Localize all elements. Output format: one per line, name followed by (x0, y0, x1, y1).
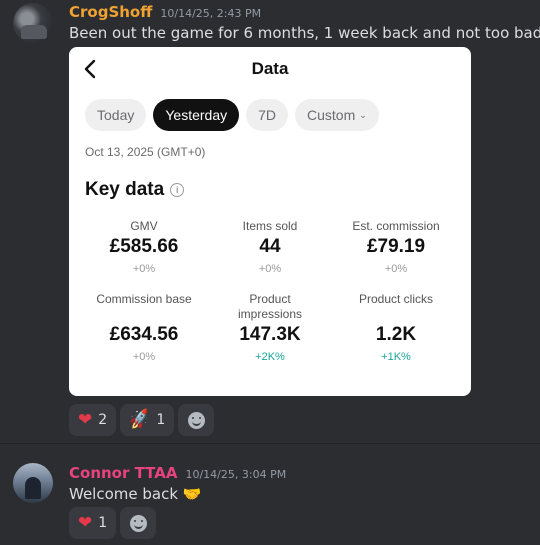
metric-est-commission: Est. commission £79.19 +0% (352, 219, 440, 275)
image-attachment[interactable]: Data Today Yesterday 7D Custom ⌄ Oct 13, … (69, 47, 471, 396)
reaction-heart[interactable]: ❤ 2 (69, 404, 117, 436)
heart-icon: ❤ (78, 512, 93, 533)
username[interactable]: Connor TTAA (69, 464, 177, 482)
chevron-down-icon: ⌄ (359, 109, 367, 120)
smiley-icon (129, 514, 147, 532)
add-reaction-button[interactable] (120, 507, 157, 539)
username[interactable]: CrogShoff (69, 3, 152, 21)
reaction-count: 2 (98, 412, 108, 428)
page-title: Data (251, 59, 289, 78)
message-header: CrogShoff 10/14/25, 2:43 PM (69, 3, 261, 21)
date-range-tabs: Today Yesterday 7D Custom ⌄ (85, 99, 379, 131)
metric-commission-base: Commission base £634.56 +0% (96, 292, 192, 363)
section-header: Key data i (85, 179, 185, 201)
info-icon: i (170, 183, 185, 197)
tab-yesterday: Yesterday (153, 99, 240, 131)
date-label: Oct 13, 2025 (GMT+0) (85, 145, 206, 159)
smiley-icon (187, 411, 205, 429)
reaction-rocket[interactable]: 🚀 1 (120, 404, 175, 436)
section-title: Key data (85, 179, 165, 200)
tab-custom: Custom ⌄ (295, 99, 379, 131)
message-header: Connor TTAA 10/14/25, 3:04 PM (69, 464, 286, 482)
avatar[interactable] (13, 463, 53, 503)
metric-product-impressions: Product impressions 147.3K +2K% (237, 292, 303, 363)
metric-product-clicks: Product clicks 1.2K +1K% (358, 292, 434, 363)
rocket-icon: 🚀 (127, 407, 152, 432)
metric-gmv: GMV £585.66 +0% (109, 219, 179, 275)
reaction-heart[interactable]: ❤ 1 (69, 507, 117, 539)
metric-items-sold: Items sold 44 +0% (242, 219, 298, 275)
reaction-count: 1 (98, 515, 108, 531)
reaction-count: 1 (156, 412, 166, 428)
timestamp: 10/14/25, 3:04 PM (185, 468, 287, 481)
reaction-bar: ❤ 1 (69, 507, 157, 539)
timestamp: 10/14/25, 2:43 PM (160, 7, 262, 20)
message-text: Been out the game for 6 months, 1 week b… (69, 24, 540, 42)
message-text: Welcome back 🤝 (69, 485, 202, 503)
message-crogshoff: CrogShoff 10/14/25, 2:43 PM Been out the… (0, 0, 540, 443)
reaction-bar: ❤ 2 🚀 1 (69, 404, 215, 436)
avatar[interactable] (13, 3, 53, 43)
tab-today: Today (85, 99, 147, 131)
heart-icon: ❤ (78, 409, 93, 430)
handshake-icon: 🤝 (182, 485, 202, 503)
tab-7d: 7D (246, 99, 289, 131)
add-reaction-button[interactable] (178, 404, 215, 436)
